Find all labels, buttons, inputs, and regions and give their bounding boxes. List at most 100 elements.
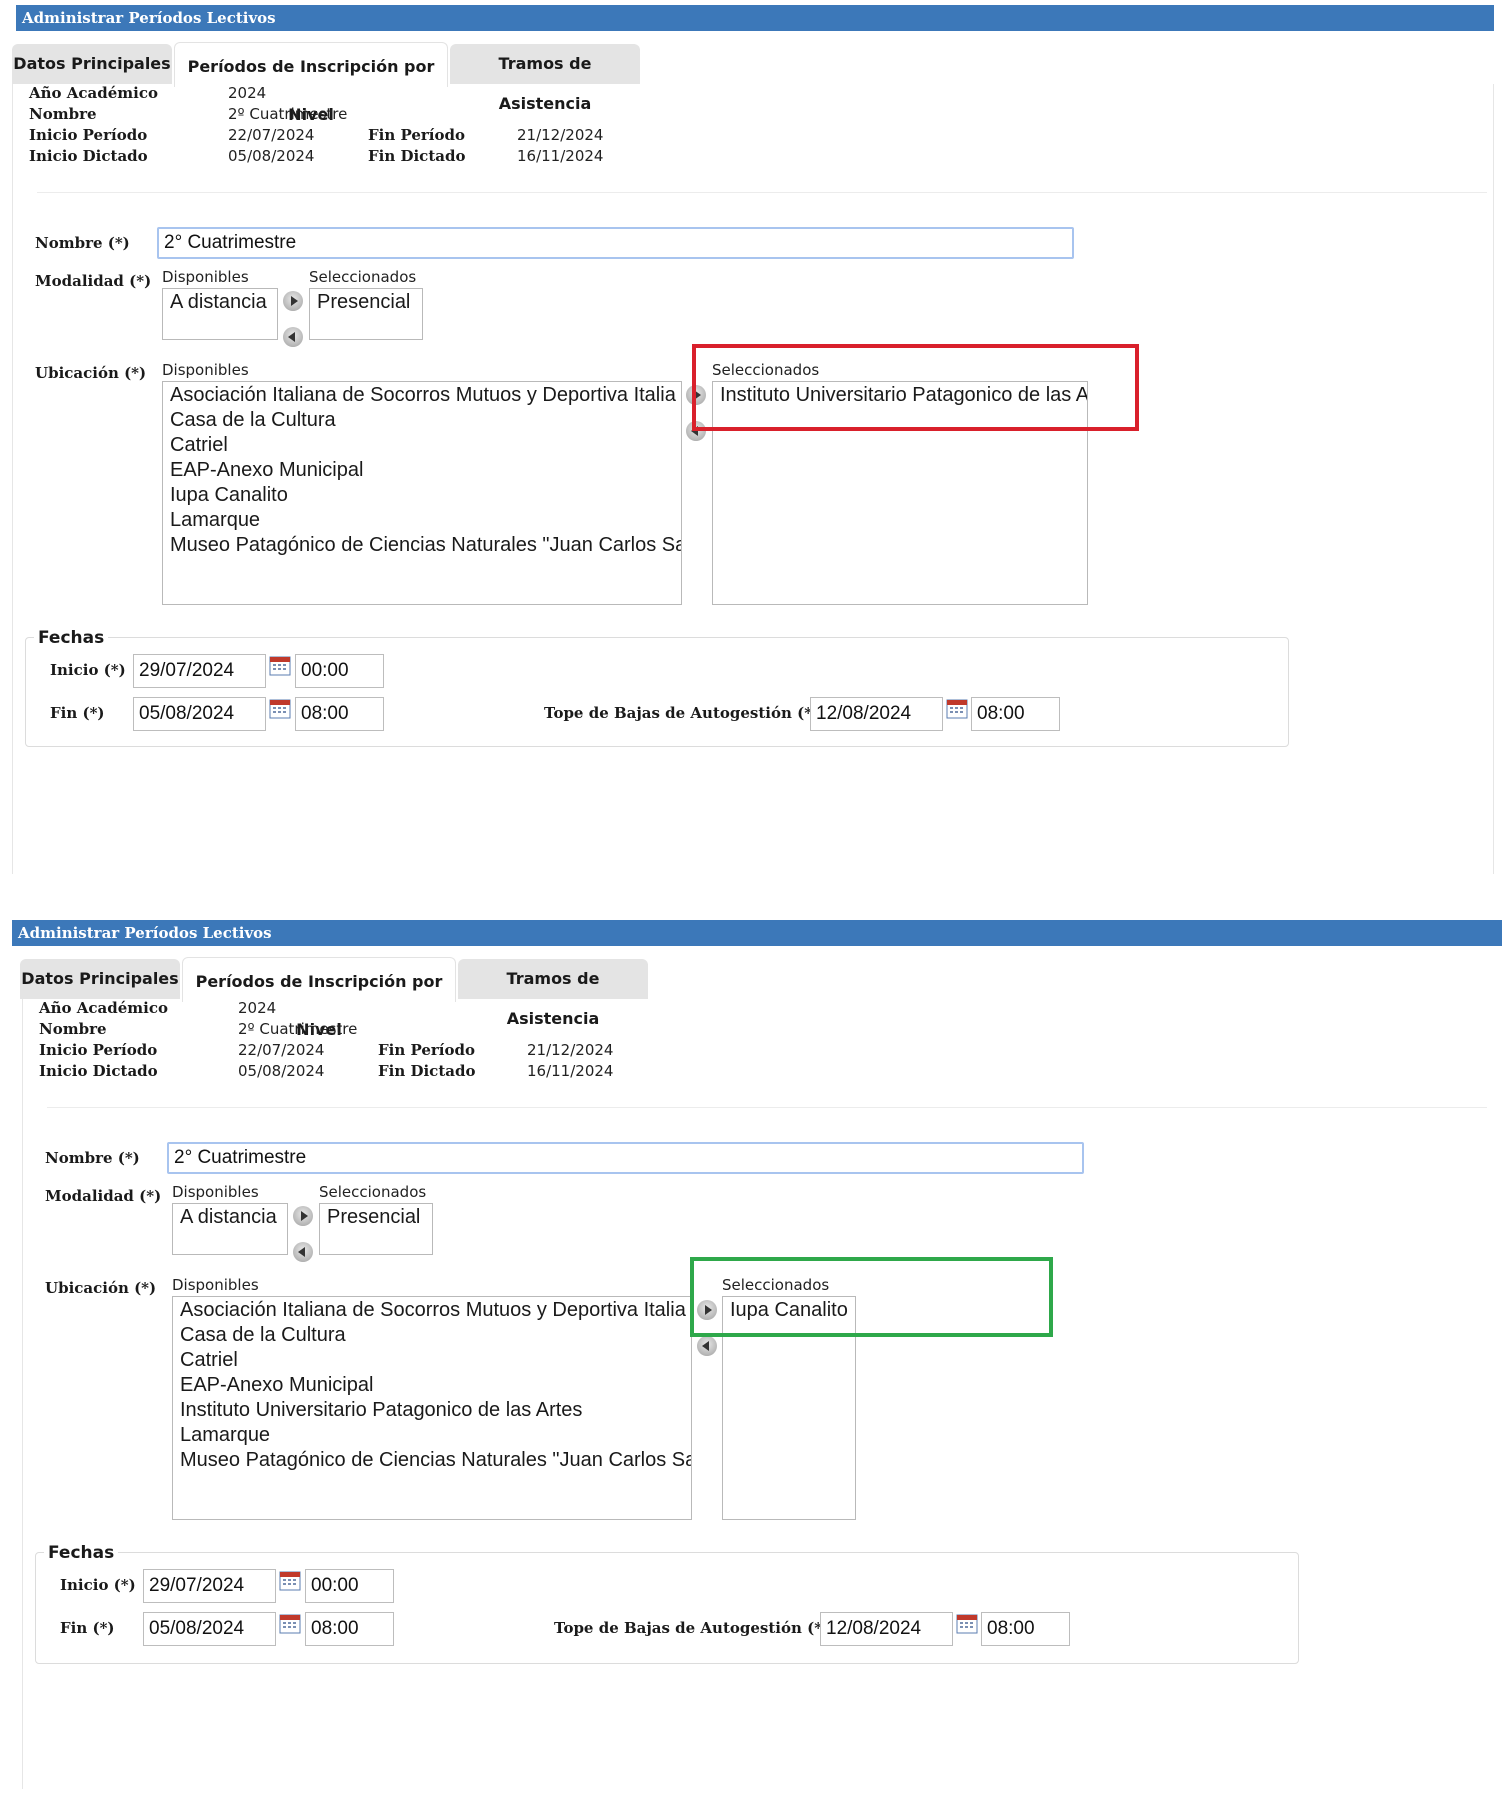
modalidad-seleccionados-list[interactable]: Presencial: [319, 1203, 433, 1255]
fin-time-input[interactable]: 08:00: [305, 1612, 394, 1646]
modalidad-label: Modalidad (*): [35, 272, 152, 290]
modalidad-seleccionados-label: Seleccionados: [309, 268, 417, 286]
fechas-legend: Fechas: [44, 1543, 119, 1563]
divider: [37, 192, 1487, 193]
list-item[interactable]: Asociación Italiana de Socorros Mutuos y…: [170, 383, 681, 408]
divider: [47, 1107, 1487, 1108]
list-item[interactable]: Casa de la Cultura: [170, 408, 674, 433]
inicio-date-input[interactable]: 29/07/2024: [133, 654, 266, 688]
modalidad-disponibles-list[interactable]: A distancia: [162, 288, 278, 340]
inicio-time-input[interactable]: 00:00: [295, 654, 384, 688]
arrow-left-icon[interactable]: [697, 1336, 717, 1356]
anio-label: Año Académico: [39, 999, 169, 1017]
fin-dictado-value: 16/11/2024: [517, 147, 604, 165]
inicio-dictado-value: 05/08/2024: [228, 147, 315, 165]
ubicacion-disponibles-label: Disponibles: [162, 361, 249, 379]
fin-label: Fin (*): [60, 1619, 115, 1637]
tab-content: Año Académico 2024 Nombre 2º Cuatrimestr…: [22, 999, 1502, 1789]
nombre-input[interactable]: [157, 227, 1074, 259]
list-item[interactable]: Lamarque: [170, 508, 674, 533]
ubicacion-label: Ubicación (*): [35, 364, 147, 382]
list-item[interactable]: Museo Patagónico de Ciencias Naturales "…: [180, 1448, 691, 1473]
inicio-date-input[interactable]: 29/07/2024: [143, 1569, 276, 1603]
fin-date-input[interactable]: 05/08/2024: [143, 1612, 276, 1646]
list-item[interactable]: Casa de la Cultura: [180, 1323, 684, 1348]
modalidad-disponibles-list[interactable]: A distancia: [172, 1203, 288, 1255]
list-item[interactable]: Catriel: [170, 433, 674, 458]
nombre-input[interactable]: [167, 1142, 1084, 1174]
panel-after: Administrar Períodos Lectivos Datos Prin…: [0, 915, 1502, 1789]
ubicacion-label: Ubicación (*): [45, 1279, 157, 1297]
inicio-periodo-label: Inicio Período: [29, 126, 148, 144]
ubicacion-disponibles-label: Disponibles: [172, 1276, 259, 1294]
arrow-left-icon[interactable]: [293, 1242, 313, 1262]
anio-value: 2024: [238, 999, 277, 1017]
modalidad-seleccionados-label: Seleccionados: [319, 1183, 427, 1201]
list-item[interactable]: Lamarque: [180, 1423, 684, 1448]
list-item[interactable]: Iupa Canalito: [170, 483, 674, 508]
list-item[interactable]: Asociación Italiana de Socorros Mutuos y…: [180, 1298, 691, 1323]
tope-time-input[interactable]: 08:00: [981, 1612, 1070, 1646]
nombre-value: 2º Cuatrimestre: [238, 1020, 358, 1038]
highlight-box: [692, 344, 1139, 431]
list-item[interactable]: A distancia: [180, 1205, 280, 1230]
panel-before: Administrar Períodos Lectivos Datos Prin…: [0, 0, 1502, 874]
panel-inner: Administrar Períodos Lectivos Datos Prin…: [0, 0, 1502, 874]
list-item[interactable]: Presencial: [327, 1205, 425, 1230]
inicio-dictado-label: Inicio Dictado: [39, 1062, 158, 1080]
inicio-label: Inicio (*): [50, 661, 126, 679]
inicio-dictado-value: 05/08/2024: [238, 1062, 325, 1080]
highlight-box: [690, 1257, 1053, 1337]
fin-date-input[interactable]: 05/08/2024: [133, 697, 266, 731]
list-item[interactable]: Museo Patagónico de Ciencias Naturales "…: [170, 533, 681, 558]
modalidad-disponibles-label: Disponibles: [162, 268, 249, 286]
tab-tramos-asistencia[interactable]: Tramos de Asistencia: [450, 44, 640, 113]
arrow-left-icon[interactable]: [283, 327, 303, 347]
tab-tramos-asistencia[interactable]: Tramos de Asistencia: [458, 959, 648, 1028]
tope-date-input[interactable]: 12/08/2024: [820, 1612, 953, 1646]
tope-label: Tope de Bajas de Autogestión (*): [544, 704, 820, 722]
anio-value: 2024: [228, 84, 267, 102]
list-item[interactable]: Catriel: [180, 1348, 684, 1373]
fin-periodo-label: Fin Período: [378, 1041, 475, 1059]
list-item[interactable]: A distancia: [170, 290, 270, 315]
inicio-label: Inicio (*): [60, 1576, 136, 1594]
ubicacion-disponibles-list[interactable]: Asociación Italiana de Socorros Mutuos y…: [162, 381, 682, 605]
list-item[interactable]: Presencial: [317, 290, 415, 315]
modalidad-seleccionados-list[interactable]: Presencial: [309, 288, 423, 340]
fin-dictado-label: Fin Dictado: [368, 147, 466, 165]
fin-periodo-label: Fin Período: [368, 126, 465, 144]
calendar-icon[interactable]: [279, 1571, 301, 1591]
tab-datos-principales[interactable]: Datos Principales: [12, 44, 172, 84]
list-item[interactable]: EAP-Anexo Municipal: [170, 458, 674, 483]
tab-datos-principales[interactable]: Datos Principales: [20, 959, 180, 999]
calendar-icon[interactable]: [946, 699, 968, 719]
arrow-right-icon[interactable]: [293, 1206, 313, 1226]
list-item[interactable]: EAP-Anexo Municipal: [180, 1373, 684, 1398]
inicio-periodo-value: 22/07/2024: [228, 126, 315, 144]
fin-dictado-label: Fin Dictado: [378, 1062, 476, 1080]
calendar-icon[interactable]: [269, 656, 291, 676]
calendar-icon[interactable]: [269, 699, 291, 719]
arrow-right-icon[interactable]: [283, 291, 303, 311]
anio-label: Año Académico: [29, 84, 159, 102]
fechas-legend: Fechas: [34, 628, 109, 648]
nombre-field-label: Nombre (*): [35, 234, 130, 252]
list-item[interactable]: Instituto Universitario Patagonico de la…: [180, 1398, 684, 1423]
modalidad-disponibles-label: Disponibles: [172, 1183, 259, 1201]
inicio-periodo-label: Inicio Período: [39, 1041, 158, 1059]
tab-content: Año Académico 2024 Nombre 2º Cuatrimestr…: [12, 84, 1494, 874]
inicio-time-input[interactable]: 00:00: [305, 1569, 394, 1603]
tope-date-input[interactable]: 12/08/2024: [810, 697, 943, 731]
calendar-icon[interactable]: [279, 1614, 301, 1634]
tope-time-input[interactable]: 08:00: [971, 697, 1060, 731]
fin-time-input[interactable]: 08:00: [295, 697, 384, 731]
nombre-label: Nombre: [39, 1020, 107, 1038]
tab-periodos-inscripcion[interactable]: Períodos de Inscripción por Nivel: [182, 957, 456, 1039]
nombre-value: 2º Cuatrimestre: [228, 105, 348, 123]
ubicacion-disponibles-list[interactable]: Asociación Italiana de Socorros Mutuos y…: [172, 1296, 692, 1520]
tab-periodos-inscripcion[interactable]: Períodos de Inscripción por Nivel: [174, 42, 448, 124]
nombre-label: Nombre: [29, 105, 97, 123]
fin-periodo-value: 21/12/2024: [527, 1041, 614, 1059]
calendar-icon[interactable]: [956, 1614, 978, 1634]
